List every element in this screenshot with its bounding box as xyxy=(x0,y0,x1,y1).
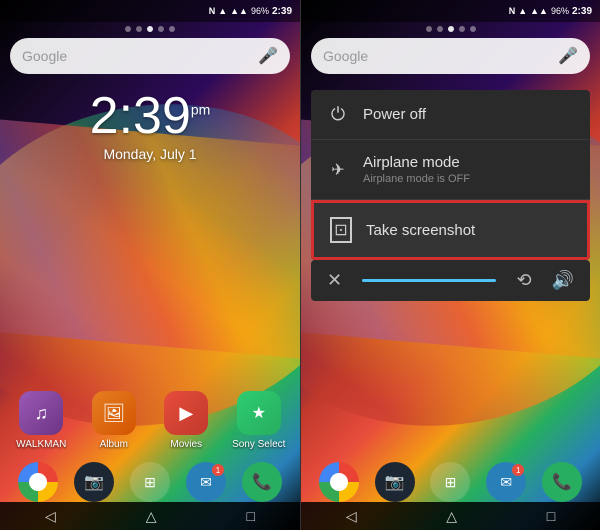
left-dock-row: 📷 ⊞ ✉ 1 📞 xyxy=(0,462,300,502)
time-display: 2:39pm Monday, July 1 xyxy=(0,90,300,162)
left-phone-screen: N ▲ ▲▲ 96% 2:39 Google 🎤 2:39pm Monday, … xyxy=(0,0,300,530)
left-status-icons: N ▲ ▲▲ 96% 2:39 xyxy=(209,6,292,17)
sony-select-app[interactable]: ★ Sony Select xyxy=(229,391,289,450)
right-search-bar[interactable]: Google 🎤 xyxy=(311,38,590,74)
right-signal-icon: ▲▲ xyxy=(530,6,548,16)
volume-toggle-icon[interactable]: 🔊 xyxy=(552,270,574,291)
movies-label: Movies xyxy=(170,439,202,450)
airplane-mode-item[interactable]: ✈ Airplane mode Airplane mode is OFF xyxy=(311,140,590,200)
right-photos-icon[interactable]: 📷 xyxy=(375,462,415,502)
dot-2 xyxy=(136,26,142,32)
sony-select-label: Sony Select xyxy=(232,439,285,450)
walkman-app[interactable]: ♫ WALKMAN xyxy=(11,391,71,450)
mic-icon: 🎤 xyxy=(258,46,278,66)
right-status-bar: N ▲ ▲▲ 96% 2:39 xyxy=(301,0,600,22)
dot-5 xyxy=(169,26,175,32)
apps-grid-icon[interactable]: ⊞ xyxy=(130,462,170,502)
right-dot-1 xyxy=(426,26,432,32)
photos-dock-icon[interactable]: 📷 xyxy=(74,462,114,502)
movies-app[interactable]: ▶ Movies xyxy=(156,391,216,450)
wifi-signal-icon: ▲ xyxy=(218,6,227,16)
nfc-icon: N xyxy=(209,6,216,16)
time-ampm: pm xyxy=(191,102,210,118)
power-off-title: Power off xyxy=(363,106,574,123)
right-status-icons: N ▲ ▲▲ 96% 2:39 xyxy=(509,6,592,17)
screenshot-title: Take screenshot xyxy=(366,222,571,239)
right-wifi-icon: ▲ xyxy=(518,6,527,16)
album-icon: 🖼 xyxy=(92,391,136,435)
left-page-dots xyxy=(0,26,300,32)
app-icons-row: ♫ WALKMAN 🖼 Album ▶ Movies ★ Sony Select xyxy=(0,391,300,450)
left-search-bar[interactable]: Google 🎤 xyxy=(10,38,290,74)
dot-3-active xyxy=(147,26,153,32)
left-status-bar: N ▲ ▲▲ 96% 2:39 xyxy=(0,0,300,22)
dot-1 xyxy=(125,26,131,32)
signal-bars-icon: ▲▲ xyxy=(230,6,248,16)
movies-icon: ▶ xyxy=(164,391,208,435)
right-phone-icon[interactable]: 📞 xyxy=(542,462,582,502)
right-status-time: 2:39 xyxy=(572,6,592,17)
right-messages-icon[interactable]: ✉ 1 xyxy=(486,462,526,502)
display-toggle-icon[interactable]: ⟲ xyxy=(516,270,531,291)
right-nfc-icon: N xyxy=(509,6,516,16)
airplane-mode-icon: ✈ xyxy=(327,160,349,180)
dot-4 xyxy=(158,26,164,32)
right-dock-row: 📷 ⊞ ✉ 1 📞 xyxy=(301,462,600,502)
power-off-item[interactable]: ⏻ Power off xyxy=(311,90,590,140)
phone-dock-icon[interactable]: 📞 xyxy=(242,462,282,502)
right-phone-screen: N ▲ ▲▲ 96% 2:39 Google 🎤 ⏻ Power off ✈ xyxy=(300,0,600,530)
wallpaper xyxy=(0,0,300,530)
recents-button[interactable]: □ xyxy=(247,508,255,524)
power-off-icon: ⏻ xyxy=(327,104,349,125)
airplane-mode-subtitle: Airplane mode is OFF xyxy=(363,173,574,185)
right-search-label: Google xyxy=(323,48,558,64)
status-time: 2:39 xyxy=(272,6,292,17)
screenshot-text: Take screenshot xyxy=(366,222,571,239)
screenshot-icon: ⊡ xyxy=(330,217,352,243)
right-recents-button[interactable]: □ xyxy=(547,508,555,524)
clock-date: Monday, July 1 xyxy=(0,146,300,162)
right-back-button[interactable]: ◁ xyxy=(346,508,357,525)
sony-select-icon: ★ xyxy=(237,391,281,435)
right-dot-4 xyxy=(459,26,465,32)
clock-time: 2:39pm xyxy=(0,90,300,142)
right-mic-icon: 🎤 xyxy=(558,46,578,66)
airplane-mode-title: Airplane mode xyxy=(363,154,574,171)
right-battery: 96% xyxy=(551,6,569,16)
power-menu: ⏻ Power off ✈ Airplane mode Airplane mod… xyxy=(311,90,590,260)
airplane-mode-text: Airplane mode Airplane mode is OFF xyxy=(363,154,574,185)
quick-toggles: ✕ ⟲ 🔊 xyxy=(311,260,590,301)
walkman-label: WALKMAN xyxy=(16,439,66,450)
right-home-button[interactable]: △ xyxy=(446,508,457,525)
back-button[interactable]: ◁ xyxy=(45,508,56,525)
right-nav-bar: ◁ △ □ xyxy=(301,502,600,530)
album-label: Album xyxy=(100,439,128,450)
right-chrome-icon[interactable] xyxy=(319,462,359,502)
home-button[interactable]: △ xyxy=(146,508,157,525)
walkman-icon: ♫ xyxy=(19,391,63,435)
search-label: Google xyxy=(22,48,258,64)
chrome-dock-icon[interactable] xyxy=(18,462,58,502)
album-app[interactable]: 🖼 Album xyxy=(84,391,144,450)
right-page-dots xyxy=(301,26,600,32)
right-dot-5 xyxy=(470,26,476,32)
right-dot-2 xyxy=(437,26,443,32)
right-dot-3-active xyxy=(448,26,454,32)
left-nav-bar: ◁ △ □ xyxy=(0,502,300,530)
messages-dock-icon[interactable]: ✉ 1 xyxy=(186,462,226,502)
brightness-bar xyxy=(362,279,496,282)
bluetooth-toggle-icon[interactable]: ✕ xyxy=(327,270,342,291)
power-off-text: Power off xyxy=(363,106,574,123)
right-apps-grid[interactable]: ⊞ xyxy=(430,462,470,502)
battery-percent: 96% xyxy=(251,6,269,16)
take-screenshot-item[interactable]: ⊡ Take screenshot xyxy=(311,200,590,260)
